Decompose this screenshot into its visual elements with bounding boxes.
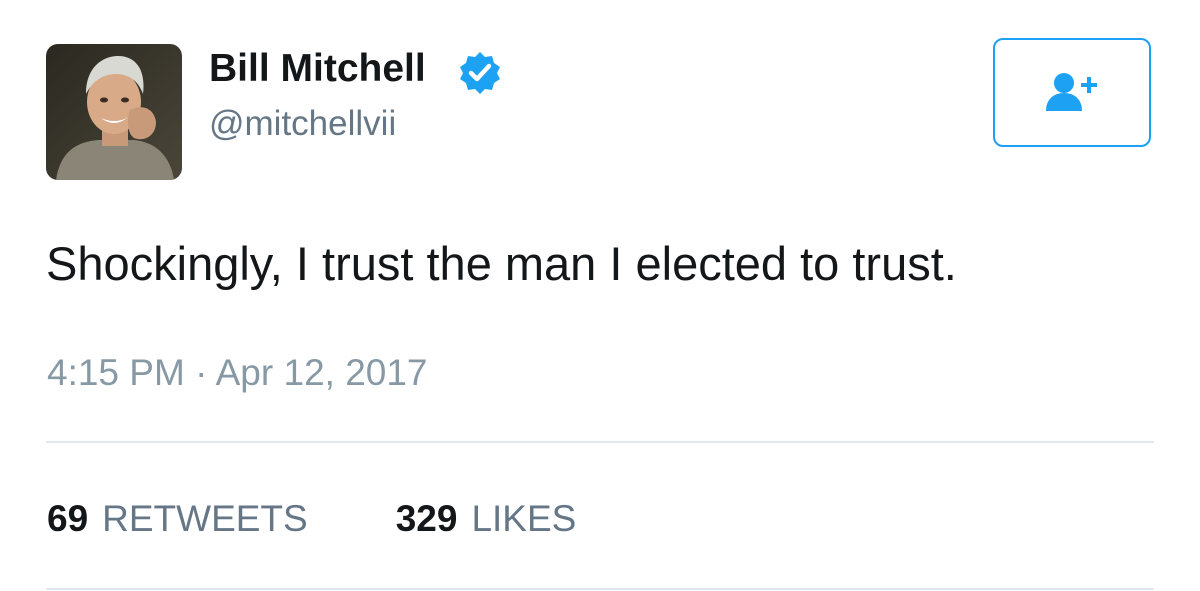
verified-badge-icon	[460, 52, 500, 94]
likes-count: 329	[395, 498, 458, 539]
retweets-count: 69	[47, 498, 89, 539]
retweets-stat[interactable]: 69 RETWEETS	[47, 497, 308, 541]
divider	[46, 588, 1154, 590]
follow-button[interactable]	[993, 38, 1151, 147]
user-handle[interactable]: @mitchellvii	[209, 103, 396, 145]
retweets-label: RETWEETS	[102, 498, 308, 539]
tweet-card: Bill Mitchell @mitchellvii Shockingly, I…	[0, 0, 1200, 591]
tweet-text: Shockingly, I trust the man I elected to…	[46, 237, 957, 290]
avatar-photo	[46, 44, 182, 180]
engagement-stats: 69 RETWEETS 329 LIKES	[47, 497, 576, 541]
divider	[46, 441, 1154, 443]
add-user-icon	[1046, 72, 1097, 111]
likes-stat[interactable]: 329 LIKES	[396, 497, 577, 541]
display-name[interactable]: Bill Mitchell	[209, 46, 426, 92]
tweet-timestamp[interactable]: 4:15 PM · Apr 12, 2017	[47, 351, 428, 395]
avatar[interactable]	[46, 44, 182, 180]
likes-label: LIKES	[471, 498, 577, 539]
